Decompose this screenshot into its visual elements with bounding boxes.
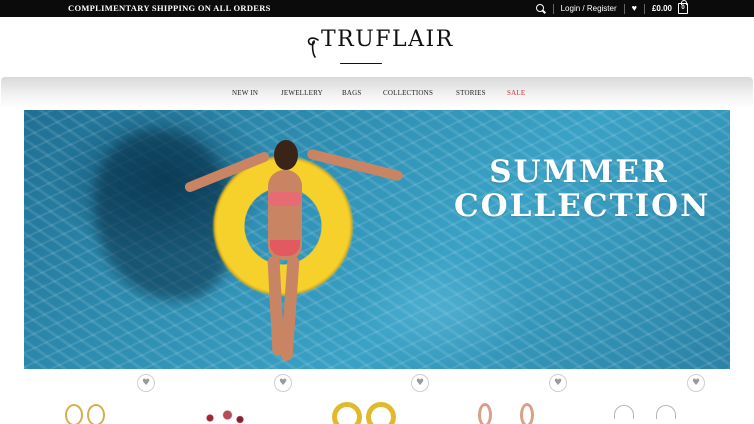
divider: [643, 3, 645, 14]
product-card[interactable]: ♥: [600, 369, 720, 424]
nav-jewellery[interactable]: JEWELLERY: [281, 89, 323, 97]
site-header: TRUFLAIR: [0, 17, 754, 77]
product-image: [332, 402, 362, 424]
product-card[interactable]: ♥: [450, 369, 570, 424]
cart-count: 0: [681, 5, 685, 11]
product-image: [65, 404, 83, 424]
heart-icon[interactable]: ♥: [632, 4, 637, 13]
hero-title-line-1: SUMMER: [489, 154, 669, 190]
heart-icon[interactable]: ♥: [274, 374, 292, 392]
product-card[interactable]: ♥: [170, 369, 292, 424]
heart-icon[interactable]: ♥: [137, 374, 155, 392]
shipping-promo: COMPLIMENTARY SHIPPING ON ALL ORDERS: [68, 3, 271, 13]
search-icon[interactable]: [535, 3, 546, 14]
model-figure: [262, 140, 306, 365]
nav-bags[interactable]: BAGS: [342, 89, 361, 97]
product-card[interactable]: ♥: [310, 369, 430, 424]
product-image: [478, 403, 492, 424]
nav-collections[interactable]: COLLECTIONS: [383, 89, 433, 97]
divider: [552, 3, 554, 14]
brand-name: TRUFLAIR: [321, 27, 454, 52]
heart-icon[interactable]: ♥: [411, 374, 429, 392]
nav-sale[interactable]: SALE: [507, 89, 525, 97]
cart-link[interactable]: £0.00 0: [651, 0, 688, 14]
main-navigation: NEW IN JEWELLERY BAGS COLLECTIONS STORIE…: [1, 77, 753, 109]
hero-banner[interactable]: SUMMER COLLECTION: [24, 110, 730, 369]
product-row: ♥ ♥ ♥ ♥ ♥: [0, 369, 754, 424]
product-image: [520, 403, 534, 424]
hero-title: SUMMER COLLECTION: [454, 154, 711, 224]
shopping-bag-icon: 0: [678, 0, 688, 14]
product-card[interactable]: ♥: [40, 369, 160, 424]
account-tools: Login / Register ♥ £0.00 0: [535, 0, 688, 17]
product-image: [614, 405, 634, 419]
product-image: [656, 405, 676, 419]
logo-underline: [340, 63, 382, 64]
logo-flourish-icon: [306, 36, 320, 58]
login-register-link[interactable]: Login / Register: [561, 4, 617, 13]
nav-new-in[interactable]: NEW IN: [232, 89, 258, 97]
nav-stories[interactable]: STORIES: [456, 89, 486, 97]
product-image: [200, 409, 250, 424]
cart-total: £0.00: [651, 4, 672, 13]
heart-icon[interactable]: ♥: [687, 374, 705, 392]
product-image: [87, 404, 105, 424]
top-bar: COMPLIMENTARY SHIPPING ON ALL ORDERS Log…: [0, 0, 754, 17]
heart-icon[interactable]: ♥: [549, 374, 567, 392]
product-image: [366, 402, 396, 424]
site-logo[interactable]: TRUFLAIR: [306, 27, 454, 58]
hero-title-line-2: COLLECTION: [454, 188, 711, 224]
divider: [623, 3, 625, 14]
